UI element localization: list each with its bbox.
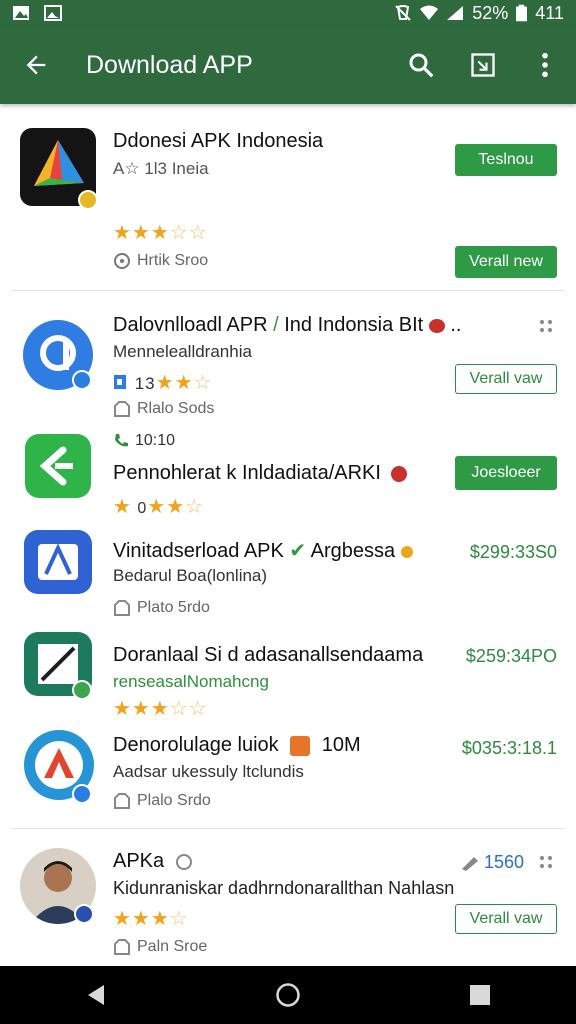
list-item[interactable]: 10:10 Pennohlerat k Inldadiata/ARKI ★ 0★… [0,422,576,518]
app-title: Vinitadserload APK ✔ Argbessa [113,538,413,563]
nav-recents-button[interactable] [450,966,510,1024]
verified-badge-icon [72,784,92,804]
store-icon [114,401,130,417]
search-icon [409,53,434,78]
app-icon [25,434,91,498]
app-subtitle: Bedarul Boa(lonlina) [113,566,268,585]
app-meta: Hrtik Sroo [113,252,208,270]
square-recents-icon [470,985,490,1005]
verified-badge-icon [72,680,92,700]
list-item[interactable]: Ddonesi APK Indonesia A☆ 1l3 Ineia ★★★☆☆… [0,104,576,290]
triangle-back-icon [88,985,104,1005]
rating-stars: 13★★☆ [113,370,212,395]
app-title: Dalovnlloadl APR / Ind Indonsia BIt .. [113,314,462,336]
app-meta: Plato 5rdo [113,599,210,617]
arrow-back-icon [26,55,46,75]
app-subtitle: Mennelealldranhia [113,342,252,361]
app-icon [24,530,92,594]
app-subtitle: A☆ 1l3 Ineia [113,159,209,178]
info-icon [114,253,130,269]
app-title: Doranlaal Si d adasanallsendaama [113,644,424,666]
nav-back-button[interactable] [66,966,126,1024]
app-title: Denorolulage luiok 10M [113,734,361,756]
app-subtitle: Kidunraniskar dadhrndonarallthan Nahlasn [113,878,455,898]
select-box-icon [471,53,495,77]
more-options-icon[interactable] [540,856,554,870]
view-new-button[interactable]: Verall new [455,246,557,278]
phone-icon [115,434,128,447]
wifi-icon [420,5,439,20]
app-title: APKa [113,850,192,873]
rating-stars: ★★★☆☆ [113,222,208,244]
store-icon [114,793,130,809]
list-item[interactable]: Denorolulage luiok 10M Aadsar ukessuly l… [0,724,576,826]
more-vert-icon [542,52,548,78]
view-button[interactable]: Verall vaw [455,364,557,394]
app-title: Pennohlerat k Inldadiata/ARKI [113,462,407,485]
divider [12,290,564,291]
select-button[interactable] [452,26,514,104]
install-button[interactable]: Teslnou [455,144,557,176]
verified-badge-icon [78,190,98,210]
back-button[interactable] [0,26,72,104]
app-price: $259:34PO [465,646,557,666]
search-button[interactable] [390,26,452,104]
status-bar: 52% 411 [0,0,576,26]
nav-home-button[interactable] [258,966,318,1024]
app-bar: Download APP [0,26,576,104]
app-title: Ddonesi APK Indonesia [113,130,324,152]
photo-icon [13,6,29,20]
device-icon [114,375,126,389]
circle-home-icon [276,983,300,1007]
call-time: 10:10 [113,432,175,450]
more-options-icon[interactable] [540,320,554,334]
store-icon [114,600,130,616]
verified-badge-icon [72,370,92,390]
list-item[interactable]: Dalovnlloadl APR / Ind Indonsia BIt .. M… [0,300,576,418]
app-price: $299:33S0 [469,542,557,562]
mute-icon [395,5,411,21]
app-subtitle: Aadsar ukessuly ltclundis [113,762,304,781]
signal-icon [447,6,464,20]
divider [12,828,564,829]
page-title: Download APP [86,50,253,79]
download-count: 1560 [460,852,524,873]
list-item[interactable]: APKa Kidunraniskar dadhrndonarallthan Na… [0,834,576,966]
battery-percent: 52% [472,2,509,23]
rating-stars: ★ 0★★☆ [113,496,205,518]
app-subtitle: renseasalNomahcng [113,672,269,691]
app-meta: Paln Sroe [113,938,207,956]
list-item[interactable]: Doranlaal Si d adasanallsendaama renseas… [0,624,576,724]
view-button[interactable]: Verall vaw [455,904,557,934]
clock: 411 [535,2,564,23]
navigation-bar [0,966,576,1024]
battery-icon [516,4,528,22]
app-list: Ddonesi APK Indonesia A☆ 1l3 Ineia ★★★☆☆… [0,104,576,966]
image-icon [44,5,62,21]
list-item[interactable]: Vinitadserload APK ✔ Argbessa Bedarul Bo… [0,522,576,622]
app-price: $035:3:18.1 [461,738,557,758]
rating-stars: ★★★☆☆ [113,698,208,720]
overflow-menu-button[interactable] [514,26,576,104]
download-button[interactable]: Joesloeer [455,456,557,490]
edit-icon [461,856,478,871]
app-meta: Plalo Srdo [113,792,211,810]
verified-badge-icon [74,904,94,924]
store-icon [114,939,130,955]
app-meta: Rlalo Sods [113,400,214,418]
rating-stars: ★★★☆ [113,908,189,930]
